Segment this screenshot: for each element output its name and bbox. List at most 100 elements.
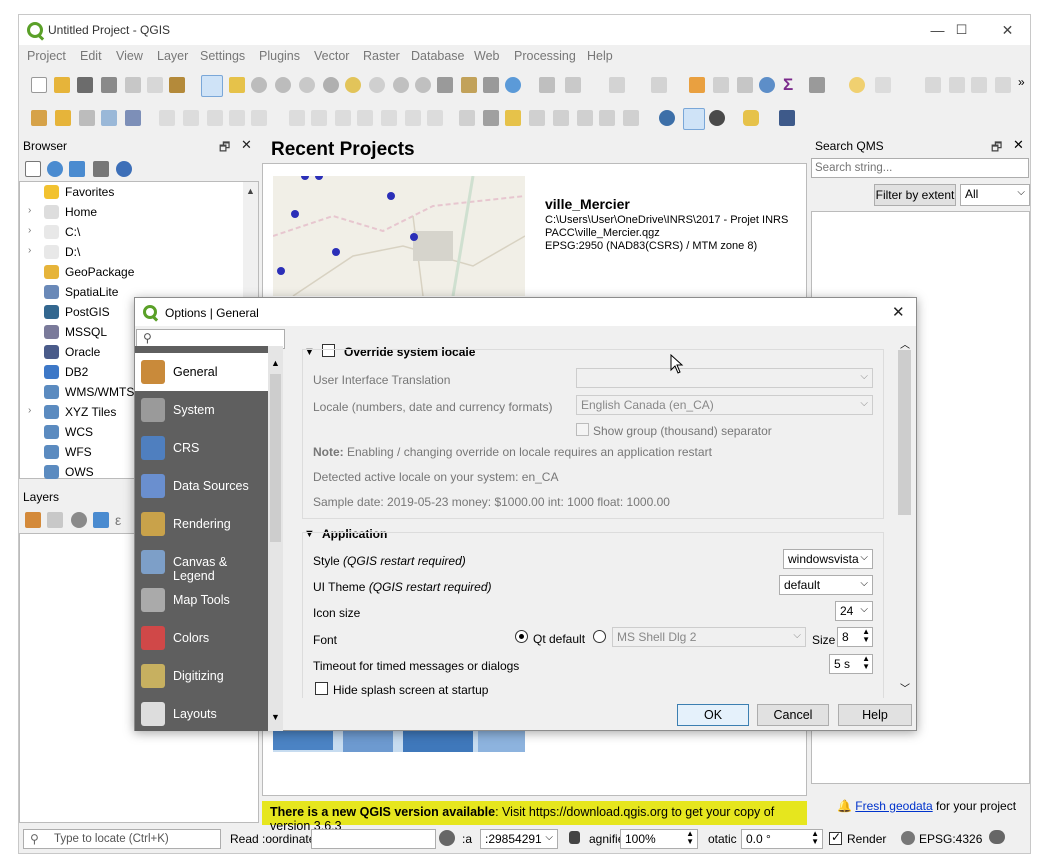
locale-select[interactable]: English Canada (en_CA) ⌵ xyxy=(576,395,873,415)
new-project-icon[interactable] xyxy=(31,77,47,93)
zoom-next-icon[interactable] xyxy=(415,77,431,93)
scale-select[interactable]: :29854291 ⌵ xyxy=(480,829,558,849)
menu-help[interactable]: Help xyxy=(587,49,613,63)
menu-plugins[interactable]: Plugins xyxy=(259,49,300,63)
current-edits-icon[interactable] xyxy=(159,110,175,126)
new-layout-icon[interactable] xyxy=(125,77,141,93)
timeout-spinbox[interactable]: 5 s ▲ ▼ xyxy=(829,654,873,674)
properties-icon[interactable] xyxy=(116,161,132,177)
crs-button[interactable]: EPSG:4326 xyxy=(919,832,982,846)
cancel-button[interactable]: Cancel xyxy=(757,704,829,726)
options-sidebar-item[interactable]: Rendering xyxy=(135,505,268,543)
expand-arrow-icon[interactable]: › xyxy=(28,205,31,216)
options-sidebar-item[interactable]: Canvas & Legend xyxy=(135,543,268,583)
open-project-icon[interactable] xyxy=(54,77,70,93)
render-checkbox[interactable]: ✓ xyxy=(829,830,842,845)
menu-processing[interactable]: Processing xyxy=(514,49,576,63)
project-thumbnail[interactable] xyxy=(273,176,525,296)
deselect-icon[interactable] xyxy=(651,77,667,93)
change-label-icon[interactable] xyxy=(577,110,593,126)
zoom-last-icon[interactable] xyxy=(393,77,409,93)
zoom-full-icon[interactable] xyxy=(299,77,315,93)
menu-vector[interactable]: Vector xyxy=(314,49,349,63)
group-separator-checkbox[interactable] xyxy=(576,423,589,436)
ok-button[interactable]: OK xyxy=(677,704,749,726)
options-sidebar-item[interactable]: Map Tools xyxy=(135,581,268,619)
expand-arrow-icon[interactable]: › xyxy=(28,245,31,256)
close-button[interactable]: ✕ xyxy=(985,19,1030,41)
zoom-native-icon[interactable] xyxy=(369,77,385,93)
sidebar-scroll-thumb[interactable] xyxy=(270,374,281,542)
fresh-geodata-link[interactable]: Fresh geodata xyxy=(855,799,932,813)
magnifier-spinbox[interactable]: 100% ▲ ▼ xyxy=(620,829,698,849)
content-scrollbar[interactable]: ︿ ﹀ xyxy=(897,334,912,696)
field-calculator-icon[interactable] xyxy=(737,77,753,93)
qms-close-icon[interactable]: ✕ xyxy=(1013,137,1024,153)
statistical-summary-icon[interactable]: Σ xyxy=(783,75,799,94)
add-feature-icon[interactable] xyxy=(229,110,245,126)
refresh-browser-icon[interactable] xyxy=(47,161,63,177)
float-panel-icon[interactable]: 🗗 xyxy=(219,138,230,159)
save-edits-icon[interactable] xyxy=(207,110,223,126)
help-contents-icon[interactable] xyxy=(779,110,795,126)
coordinate-input[interactable] xyxy=(311,829,436,849)
temporal-icon[interactable] xyxy=(483,77,499,93)
close-panel-icon[interactable]: ✕ xyxy=(241,137,252,153)
menu-raster[interactable]: Raster xyxy=(363,49,400,63)
filter-by-extent-button[interactable]: Filter by extent xyxy=(874,184,956,206)
rotate-label-icon[interactable] xyxy=(553,110,569,126)
actions-icon[interactable] xyxy=(565,77,581,93)
toolbar-overflow-icon[interactable]: » xyxy=(1018,75,1025,89)
new-geopackage-icon[interactable] xyxy=(55,110,71,126)
redo-icon[interactable] xyxy=(427,110,443,126)
menu-view[interactable]: View xyxy=(116,49,143,63)
paste-icon[interactable] xyxy=(381,110,397,126)
options-sidebar-item[interactable]: Layouts xyxy=(135,695,268,733)
add-raster-icon[interactable] xyxy=(125,110,141,126)
browser-item[interactable]: › C:\ xyxy=(20,223,242,243)
project-name[interactable]: ville_Mercier xyxy=(545,196,630,212)
cut-icon[interactable] xyxy=(335,110,351,126)
browser-item[interactable]: › D:\ xyxy=(20,243,242,263)
text-annotation-icon[interactable] xyxy=(875,77,891,93)
delete-selected-icon[interactable] xyxy=(311,110,327,126)
manage-visibility-icon[interactable] xyxy=(71,512,87,528)
plugin-tool-3-icon[interactable] xyxy=(971,77,987,93)
toggle-extents-icon[interactable] xyxy=(439,830,455,846)
add-group-icon[interactable] xyxy=(47,512,63,528)
new-bookmark-icon[interactable] xyxy=(437,77,453,93)
messages-icon[interactable] xyxy=(989,830,1005,844)
zoom-layer-icon[interactable] xyxy=(345,77,361,93)
expand-arrow-icon[interactable]: › xyxy=(28,225,31,236)
label-icon[interactable] xyxy=(459,110,475,126)
rotation-spinbox[interactable]: 0.0 ° ▲ ▼ xyxy=(741,829,823,849)
show-bookmarks-icon[interactable] xyxy=(461,77,477,93)
font-family-select[interactable]: MS Shell Dlg 2 ⌵ xyxy=(612,627,806,647)
style-select[interactable]: windowsvista ⌵ xyxy=(783,549,873,569)
identify-icon[interactable] xyxy=(539,77,555,93)
qt-default-radio[interactable] xyxy=(515,630,528,643)
save-project-icon[interactable] xyxy=(77,77,93,93)
menu-web[interactable]: Web xyxy=(474,49,499,63)
options-sidebar-item[interactable]: CRS xyxy=(135,429,268,467)
browser-item[interactable]: › Home xyxy=(20,203,242,223)
plugin-tool-icon[interactable] xyxy=(925,77,941,93)
map-tips-icon[interactable] xyxy=(849,77,865,93)
zoom-out-icon[interactable] xyxy=(275,77,291,93)
vertex-tool-icon[interactable] xyxy=(251,110,267,126)
pan-map-icon[interactable] xyxy=(201,75,223,97)
show-hide-labels-icon[interactable] xyxy=(599,110,615,126)
collapse-all-icon[interactable] xyxy=(93,161,109,177)
ui-translation-select[interactable]: ⌵ xyxy=(576,368,873,388)
pin-labels-icon[interactable] xyxy=(483,110,499,126)
label-options-icon[interactable] xyxy=(623,110,639,126)
highlight-labels-icon[interactable] xyxy=(505,110,521,126)
select-by-value-icon[interactable] xyxy=(689,77,705,93)
scroll-down-icon[interactable]: ﹀ xyxy=(900,680,910,695)
layout-manager-icon[interactable] xyxy=(147,77,163,93)
move-label-icon[interactable] xyxy=(529,110,545,126)
undo-icon[interactable] xyxy=(405,110,421,126)
lock-scale-icon[interactable] xyxy=(569,831,580,844)
style-manager-icon[interactable] xyxy=(169,77,185,93)
font-size-spinbox[interactable]: 8 ▲ ▼ xyxy=(837,627,873,647)
